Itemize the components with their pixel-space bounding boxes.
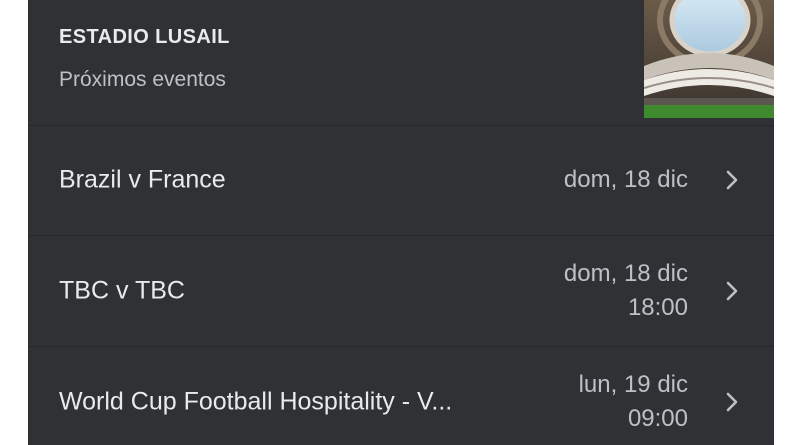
stadium-image[interactable] xyxy=(644,0,774,118)
chevron-right-icon xyxy=(726,392,738,412)
event-title: World Cup Football Hospitality - V... xyxy=(59,387,453,416)
upcoming-events-label: Próximos eventos xyxy=(59,68,226,91)
event-title: Brazil v France xyxy=(59,165,226,194)
event-time: 18:00 xyxy=(627,294,688,321)
event-datetime: dom, 18 dic 18:00 xyxy=(564,257,688,325)
event-row-2[interactable]: TBC v TBC dom, 18 dic 18:00 xyxy=(28,236,774,347)
event-title: TBC v TBC xyxy=(59,276,185,305)
event-time: 09:00 xyxy=(627,405,688,432)
event-date: dom, 18 dic xyxy=(563,166,688,193)
event-datetime: lun, 19 dic 09:00 xyxy=(579,368,688,436)
chevron-right-icon xyxy=(726,281,738,301)
venue-header[interactable]: ESTADIO LUSAIL Próximos eventos xyxy=(28,0,774,126)
venue-name: ESTADIO LUSAIL xyxy=(59,26,230,48)
chevron-right-icon xyxy=(726,170,738,190)
event-row-3[interactable]: World Cup Football Hospitality - V... lu… xyxy=(28,347,774,445)
event-datetime: dom, 18 dic xyxy=(564,163,688,197)
event-date: dom, 18 dic xyxy=(563,260,688,287)
venue-events-card: ESTADIO LUSAIL Próximos eventos Brazil v… xyxy=(28,0,774,445)
event-date: lun, 19 dic xyxy=(578,371,688,398)
event-row-1[interactable]: Brazil v France dom, 18 dic xyxy=(28,125,774,236)
